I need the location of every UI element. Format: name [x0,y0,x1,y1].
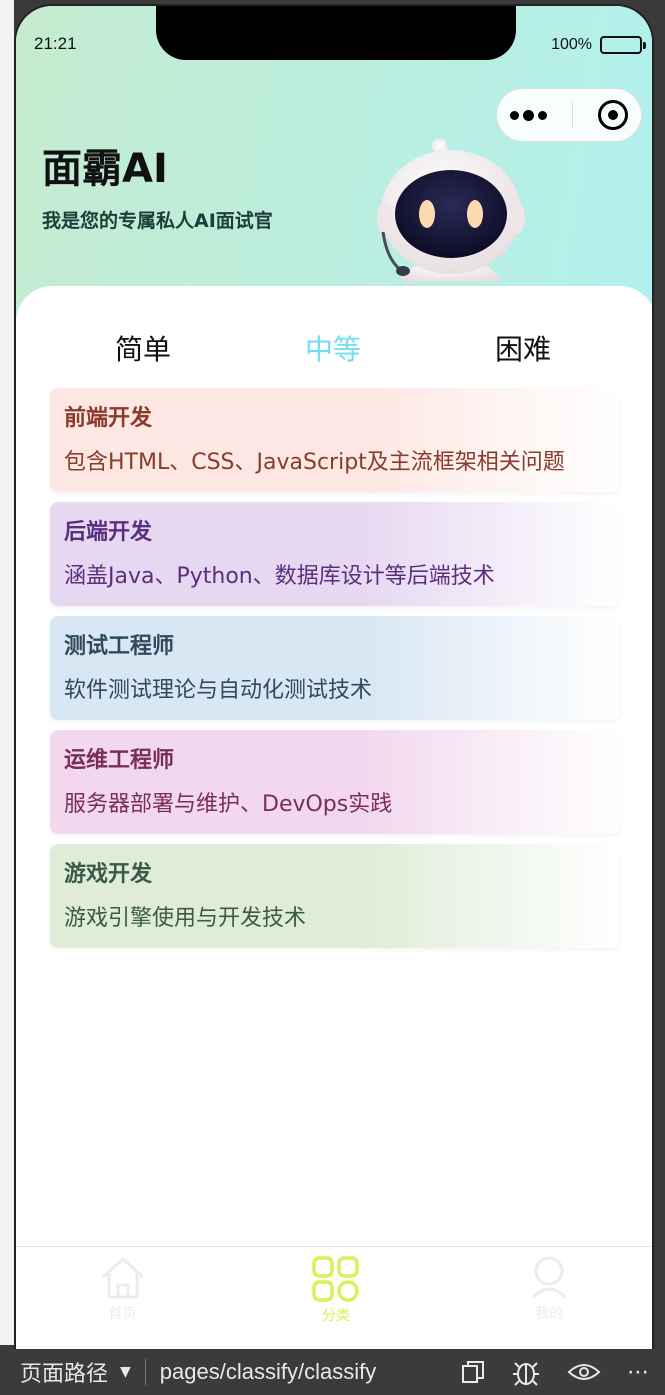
tabbar-category[interactable]: 分类 [229,1247,442,1349]
category-title: 前端开发 [64,406,153,431]
tabbar-home[interactable]: 首页 [16,1247,229,1349]
user-icon [532,1256,567,1299]
battery-icon [600,36,646,54]
category-title: 测试工程师 [64,634,175,659]
eye-icon[interactable] [567,1361,601,1383]
bottom-tabbar: 首页 分类 我的 [16,1246,652,1349]
category-desc: 涵盖Java、Python、数据库设计等后端技术 [64,564,495,589]
category-desc: 游戏引擎使用与开发技术 [64,906,307,931]
devbar-divider [144,1359,146,1385]
category-desc: 包含HTML、CSS、JavaScript及主流框架相关问题 [64,450,565,475]
close-miniprogram-icon[interactable] [598,100,629,130]
app-title: 面霸AI [42,146,168,192]
category-title: 运维工程师 [64,748,175,773]
tabbar-mine[interactable]: 我的 [443,1247,652,1349]
more-options-icon[interactable]: ⋯ [627,1360,651,1385]
phone-frame: 21:21 100% 面霸AI 我是您的专属私人AI面试官 简单 中等 困难 前… [14,4,654,1349]
category-card-ops[interactable]: 运维工程师 服务器部署与维护、DevOps实践 [50,730,620,834]
robot-mascot-icon [377,139,525,282]
category-card-gamedev[interactable]: 游戏开发 游戏引擎使用与开发技术 [50,844,620,948]
bug-icon[interactable] [511,1357,541,1387]
category-panel: 简单 中等 困难 前端开发 包含HTML、CSS、JavaScript及主流框架… [16,286,652,1251]
caret-down-icon[interactable]: ▼ [120,1364,131,1380]
capsule-divider [571,102,573,128]
category-card-frontend[interactable]: 前端开发 包含HTML、CSS、JavaScript及主流框架相关问题 [50,388,620,492]
tabbar-label: 我的 [535,1306,564,1322]
tab-hard[interactable]: 困难 [428,310,618,384]
page-route: pages/classify/classify [159,1359,377,1384]
copy-icon[interactable] [461,1360,485,1384]
category-list: 前端开发 包含HTML、CSS、JavaScript及主流框架相关问题 后端开发… [50,388,620,958]
left-gutter [0,0,14,1345]
tabbar-label: 首页 [108,1306,137,1322]
category-card-qa[interactable]: 测试工程师 软件测试理论与自动化测试技术 [50,616,620,720]
home-icon [101,1257,144,1299]
device-notch [156,6,516,60]
devbar-actions: ⋯ [461,1357,651,1387]
tabbar-label: 分类 [321,1308,350,1324]
status-time: 21:21 [34,34,77,53]
page-path-label[interactable]: 页面路径 [20,1356,108,1388]
difficulty-tabs: 简单 中等 困难 [48,310,618,400]
devtools-bar: 页面路径 ▼ pages/classify/classify ⋯ [0,1349,665,1395]
status-battery: 100% [551,36,646,54]
category-card-backend[interactable]: 后端开发 涵盖Java、Python、数据库设计等后端技术 [50,502,620,606]
more-menu-icon[interactable] [509,109,547,121]
category-title: 后端开发 [64,520,153,545]
battery-percent: 100% [551,36,592,53]
category-desc: 服务器部署与维护、DevOps实践 [64,792,393,817]
tab-medium[interactable]: 中等 [238,310,428,400]
category-grid-icon [312,1256,359,1302]
category-title: 游戏开发 [64,862,153,887]
tab-easy[interactable]: 简单 [48,310,238,384]
app-subtitle: 我是您的专属私人AI面试官 [42,210,273,232]
category-desc: 软件测试理论与自动化测试技术 [64,678,373,703]
